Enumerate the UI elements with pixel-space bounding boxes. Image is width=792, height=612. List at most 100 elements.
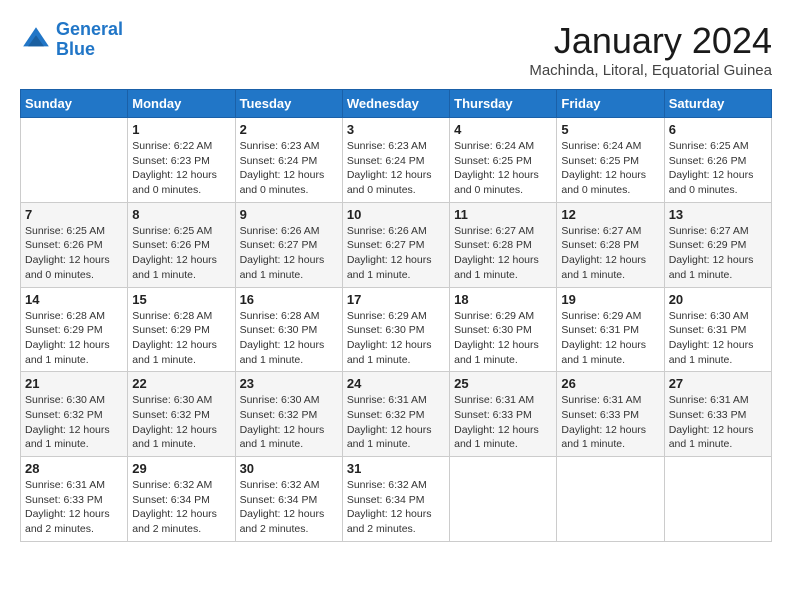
day-number: 31: [347, 461, 445, 476]
day-number: 7: [25, 207, 123, 222]
day-info: Sunrise: 6:25 AM Sunset: 6:26 PM Dayligh…: [669, 139, 767, 198]
calendar-cell: 8Sunrise: 6:25 AM Sunset: 6:26 PM Daylig…: [128, 202, 235, 287]
header-row: SundayMondayTuesdayWednesdayThursdayFrid…: [21, 90, 772, 118]
day-info: Sunrise: 6:29 AM Sunset: 6:30 PM Dayligh…: [454, 309, 552, 368]
calendar-cell: 17 Sunrise: 6:29 AM Sunset: 6:30 PM Dayli…: [342, 287, 449, 372]
logo-line2: Blue: [56, 39, 95, 59]
day-number: 10: [347, 207, 445, 222]
header-cell-saturday: Saturday: [664, 90, 771, 118]
day-number: 25: [454, 376, 552, 391]
calendar-cell: 31 Sunrise: 6:32 AM Sunset: 6:34 PM Dayli…: [342, 457, 449, 542]
day-info: Sunrise: 6:30 AM Sunset: 6:32 PM Dayligh…: [132, 393, 230, 452]
day-number: 24: [347, 376, 445, 391]
calendar-cell: 9Sunrise: 6:26 AM Sunset: 6:27 PM Daylig…: [235, 202, 342, 287]
day-number: 17: [347, 292, 445, 307]
calendar-cell: 30Sunrise: 6:32 AM Sunset: 6:34 PM Dayli…: [235, 457, 342, 542]
calendar-table: SundayMondayTuesdayWednesdayThursdayFrid…: [20, 89, 772, 542]
day-info: Sunrise: 6:23 AM Sunset: 6:24 PM Dayligh…: [347, 139, 445, 198]
calendar-cell: 20Sunrise: 6:30 AM Sunset: 6:31 PM Dayli…: [664, 287, 771, 372]
day-info: Sunrise: 6:23 AM Sunset: 6:24 PM Dayligh…: [240, 139, 338, 198]
calendar-cell: 25 Sunrise: 6:31 AM Sunset: 6:33 PM Dayli…: [450, 372, 557, 457]
calendar-cell: 19Sunrise: 6:29 AM Sunset: 6:31 PM Dayli…: [557, 287, 664, 372]
day-info: Sunrise: 6:32 AM Sunset: 6:34 PM Dayligh…: [347, 478, 445, 537]
calendar-cell: 6 Sunrise: 6:25 AM Sunset: 6:26 PM Daylig…: [664, 118, 771, 203]
day-info: Sunrise: 6:31 AM Sunset: 6:33 PM Dayligh…: [25, 478, 123, 537]
calendar-cell: 18 Sunrise: 6:29 AM Sunset: 6:30 PM Dayli…: [450, 287, 557, 372]
calendar-cell: 21 Sunrise: 6:30 AM Sunset: 6:32 PM Dayli…: [21, 372, 128, 457]
calendar-cell: 2 Sunrise: 6:23 AM Sunset: 6:24 PM Daylig…: [235, 118, 342, 203]
calendar-cell: 22 Sunrise: 6:30 AM Sunset: 6:32 PM Dayli…: [128, 372, 235, 457]
calendar-body: 1Sunrise: 6:22 AM Sunset: 6:23 PM Daylig…: [21, 118, 772, 542]
calendar-header: SundayMondayTuesdayWednesdayThursdayFrid…: [21, 90, 772, 118]
logo-text: General Blue: [56, 20, 123, 60]
day-number: 27: [669, 376, 767, 391]
calendar-cell: [450, 457, 557, 542]
day-number: 22: [132, 376, 230, 391]
logo: General Blue: [20, 20, 123, 60]
day-number: 16: [240, 292, 338, 307]
day-info: Sunrise: 6:27 AM Sunset: 6:28 PM Dayligh…: [454, 224, 552, 283]
calendar-cell: 13 Sunrise: 6:27 AM Sunset: 6:29 PM Dayli…: [664, 202, 771, 287]
main-title: January 2024: [529, 20, 772, 62]
day-info: Sunrise: 6:31 AM Sunset: 6:33 PM Dayligh…: [454, 393, 552, 452]
day-number: 3: [347, 122, 445, 137]
day-info: Sunrise: 6:28 AM Sunset: 6:29 PM Dayligh…: [132, 309, 230, 368]
day-info: Sunrise: 6:27 AM Sunset: 6:29 PM Dayligh…: [669, 224, 767, 283]
day-number: 19: [561, 292, 659, 307]
calendar-cell: 24 Sunrise: 6:31 AM Sunset: 6:32 PM Dayli…: [342, 372, 449, 457]
day-number: 2: [240, 122, 338, 137]
header-cell-sunday: Sunday: [21, 90, 128, 118]
calendar-cell: 29 Sunrise: 6:32 AM Sunset: 6:34 PM Dayli…: [128, 457, 235, 542]
day-number: 20: [669, 292, 767, 307]
calendar-cell: 10 Sunrise: 6:26 AM Sunset: 6:27 PM Dayli…: [342, 202, 449, 287]
day-info: Sunrise: 6:31 AM Sunset: 6:33 PM Dayligh…: [561, 393, 659, 452]
calendar-cell: 4 Sunrise: 6:24 AM Sunset: 6:25 PM Daylig…: [450, 118, 557, 203]
day-number: 5: [561, 122, 659, 137]
day-info: Sunrise: 6:31 AM Sunset: 6:32 PM Dayligh…: [347, 393, 445, 452]
calendar-cell: [557, 457, 664, 542]
day-info: Sunrise: 6:25 AM Sunset: 6:26 PM Dayligh…: [25, 224, 123, 283]
day-number: 4: [454, 122, 552, 137]
calendar-cell: 5 Sunrise: 6:24 AM Sunset: 6:25 PM Daylig…: [557, 118, 664, 203]
week-row-1: 1Sunrise: 6:22 AM Sunset: 6:23 PM Daylig…: [21, 118, 772, 203]
calendar-cell: 28 Sunrise: 6:31 AM Sunset: 6:33 PM Dayli…: [21, 457, 128, 542]
day-info: Sunrise: 6:28 AM Sunset: 6:30 PM Dayligh…: [240, 309, 338, 368]
header-cell-monday: Monday: [128, 90, 235, 118]
calendar-cell: 11Sunrise: 6:27 AM Sunset: 6:28 PM Dayli…: [450, 202, 557, 287]
day-info: Sunrise: 6:26 AM Sunset: 6:27 PM Dayligh…: [347, 224, 445, 283]
day-info: Sunrise: 6:30 AM Sunset: 6:32 PM Dayligh…: [240, 393, 338, 452]
calendar-cell: [664, 457, 771, 542]
week-row-2: 7 Sunrise: 6:25 AM Sunset: 6:26 PM Daylig…: [21, 202, 772, 287]
day-number: 9: [240, 207, 338, 222]
day-info: Sunrise: 6:24 AM Sunset: 6:25 PM Dayligh…: [561, 139, 659, 198]
day-info: Sunrise: 6:32 AM Sunset: 6:34 PM Dayligh…: [132, 478, 230, 537]
day-info: Sunrise: 6:31 AM Sunset: 6:33 PM Dayligh…: [669, 393, 767, 452]
day-info: Sunrise: 6:29 AM Sunset: 6:30 PM Dayligh…: [347, 309, 445, 368]
calendar-cell: [21, 118, 128, 203]
day-number: 18: [454, 292, 552, 307]
calendar-cell: 27 Sunrise: 6:31 AM Sunset: 6:33 PM Dayli…: [664, 372, 771, 457]
week-row-3: 14Sunrise: 6:28 AM Sunset: 6:29 PM Dayli…: [21, 287, 772, 372]
calendar-cell: 16 Sunrise: 6:28 AM Sunset: 6:30 PM Dayli…: [235, 287, 342, 372]
calendar-cell: 1Sunrise: 6:22 AM Sunset: 6:23 PM Daylig…: [128, 118, 235, 203]
calendar-cell: 7 Sunrise: 6:25 AM Sunset: 6:26 PM Daylig…: [21, 202, 128, 287]
day-info: Sunrise: 6:28 AM Sunset: 6:29 PM Dayligh…: [25, 309, 123, 368]
day-number: 6: [669, 122, 767, 137]
day-number: 1: [132, 122, 230, 137]
day-number: 13: [669, 207, 767, 222]
week-row-4: 21 Sunrise: 6:30 AM Sunset: 6:32 PM Dayli…: [21, 372, 772, 457]
logo-icon: [20, 24, 52, 56]
day-number: 23: [240, 376, 338, 391]
day-number: 28: [25, 461, 123, 476]
header-cell-friday: Friday: [557, 90, 664, 118]
day-number: 29: [132, 461, 230, 476]
day-info: Sunrise: 6:30 AM Sunset: 6:32 PM Dayligh…: [25, 393, 123, 452]
day-info: Sunrise: 6:24 AM Sunset: 6:25 PM Dayligh…: [454, 139, 552, 198]
day-info: Sunrise: 6:27 AM Sunset: 6:28 PM Dayligh…: [561, 224, 659, 283]
day-number: 15: [132, 292, 230, 307]
day-number: 12: [561, 207, 659, 222]
day-number: 21: [25, 376, 123, 391]
day-info: Sunrise: 6:25 AM Sunset: 6:26 PM Dayligh…: [132, 224, 230, 283]
day-number: 26: [561, 376, 659, 391]
header-cell-tuesday: Tuesday: [235, 90, 342, 118]
